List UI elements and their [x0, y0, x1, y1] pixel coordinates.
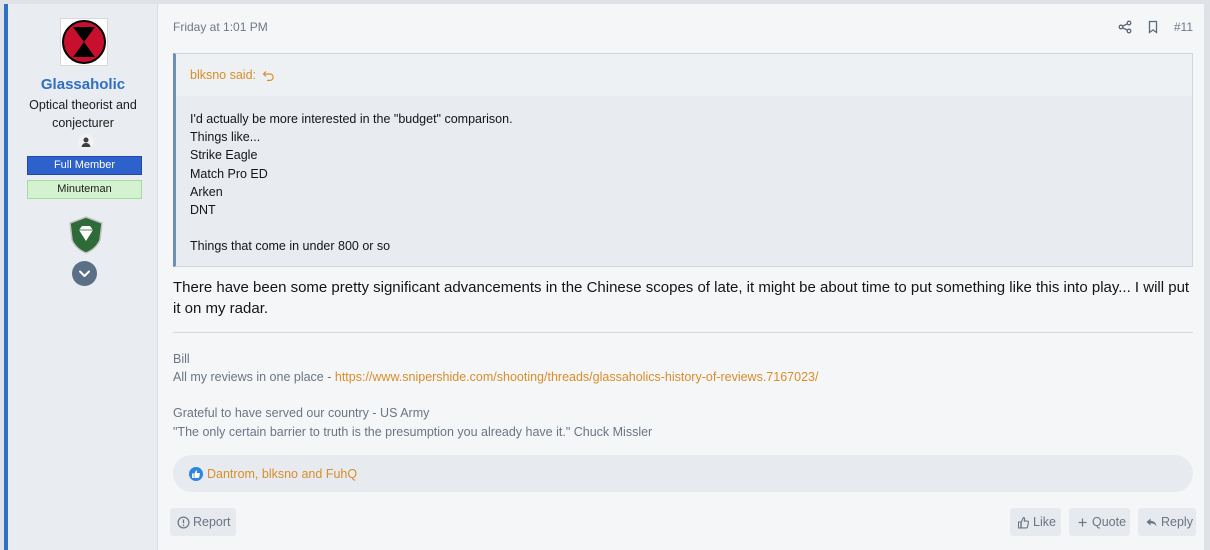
reply-button[interactable]: Reply — [1138, 508, 1196, 536]
quote-author[interactable]: blksno said: — [190, 68, 256, 82]
quote-line: Arken — [190, 184, 223, 199]
quote-line: Match Pro ED — [190, 166, 268, 181]
quote-line: Things like... — [190, 130, 261, 145]
user-title: Optical theorist and conjecturer — [29, 98, 137, 130]
badge-minuteman: Minuteman — [27, 180, 142, 199]
share-icon[interactable] — [1118, 20, 1132, 34]
avatar[interactable] — [60, 18, 108, 66]
signature-quote: "The only certain barrier to truth is th… — [173, 424, 653, 439]
signature-gap — [173, 386, 1193, 404]
user-panel: Glassaholic Optical theorist and conject… — [8, 4, 158, 550]
quote-line: Strike Eagle — [190, 148, 258, 163]
reply-label: Reply — [1161, 515, 1193, 529]
signature-reviews: All my reviews in one place - https://ww… — [173, 368, 1193, 386]
reactions-bar: Dantrom, blksno and FuhQ — [173, 455, 1193, 492]
post-main: Friday at 1:01 PM #11 blksno said: I'd a… — [170, 4, 1196, 550]
report-button[interactable]: Report — [170, 508, 236, 536]
post-footer: Report Like Quote Reply — [170, 508, 1196, 538]
signature-name: Bill — [173, 352, 190, 366]
quote-label: Quote — [1092, 515, 1127, 529]
reply-icon — [1145, 516, 1158, 529]
like-button[interactable]: Like — [1010, 508, 1061, 536]
forum-post: Glassaholic Optical theorist and conject… — [4, 4, 1204, 550]
reviews-link[interactable]: https://www.snipershide.com/shooting/thr… — [335, 370, 819, 384]
bookmark-icon[interactable] — [1146, 20, 1160, 34]
plus-icon — [1076, 516, 1089, 529]
badge-full-member: Full Member — [27, 156, 142, 175]
quote-line: I'd actually be more interested in the "… — [190, 112, 513, 126]
jump-to-quote-icon[interactable] — [262, 69, 275, 82]
like-label: Like — [1033, 515, 1056, 529]
quote-body: I'd actually be more interested in the "… — [176, 96, 1192, 256]
quote-line: DNT — [190, 202, 216, 217]
thumbs-up-icon — [1017, 516, 1030, 529]
user-status-icon — [78, 134, 94, 150]
quote-line — [190, 219, 1192, 237]
post-time[interactable]: Friday at 1:01 PM — [173, 20, 268, 34]
post-meta-actions: #11 — [1118, 20, 1193, 34]
quote-line: Things that come in under 800 or so — [190, 239, 391, 254]
quote-button[interactable]: Quote — [1069, 508, 1130, 536]
signature-service: Grateful to have served our country - US… — [173, 406, 430, 421]
signature-divider — [173, 332, 1193, 333]
report-label: Report — [193, 515, 231, 529]
signature-reviews-label: All my reviews in one place - — [173, 370, 335, 385]
quote-header[interactable]: blksno said: — [176, 54, 1192, 96]
chevron-down-icon[interactable] — [72, 261, 97, 286]
report-icon — [177, 515, 190, 529]
diamond-shield-icon[interactable] — [68, 216, 104, 254]
post-number[interactable]: #11 — [1174, 20, 1193, 34]
post-message: There have been some pretty significant … — [173, 279, 1190, 317]
username[interactable]: Glassaholic — [8, 76, 158, 93]
reactions-list[interactable]: Dantrom, blksno and FuhQ — [207, 467, 357, 481]
like-reaction-icon — [189, 466, 203, 481]
quote-block: blksno said: I'd actually be more intere… — [173, 53, 1193, 267]
page: Glassaholic Optical theorist and conject… — [0, 0, 1210, 550]
signature: Bill All my reviews in one place - https… — [173, 350, 1193, 441]
